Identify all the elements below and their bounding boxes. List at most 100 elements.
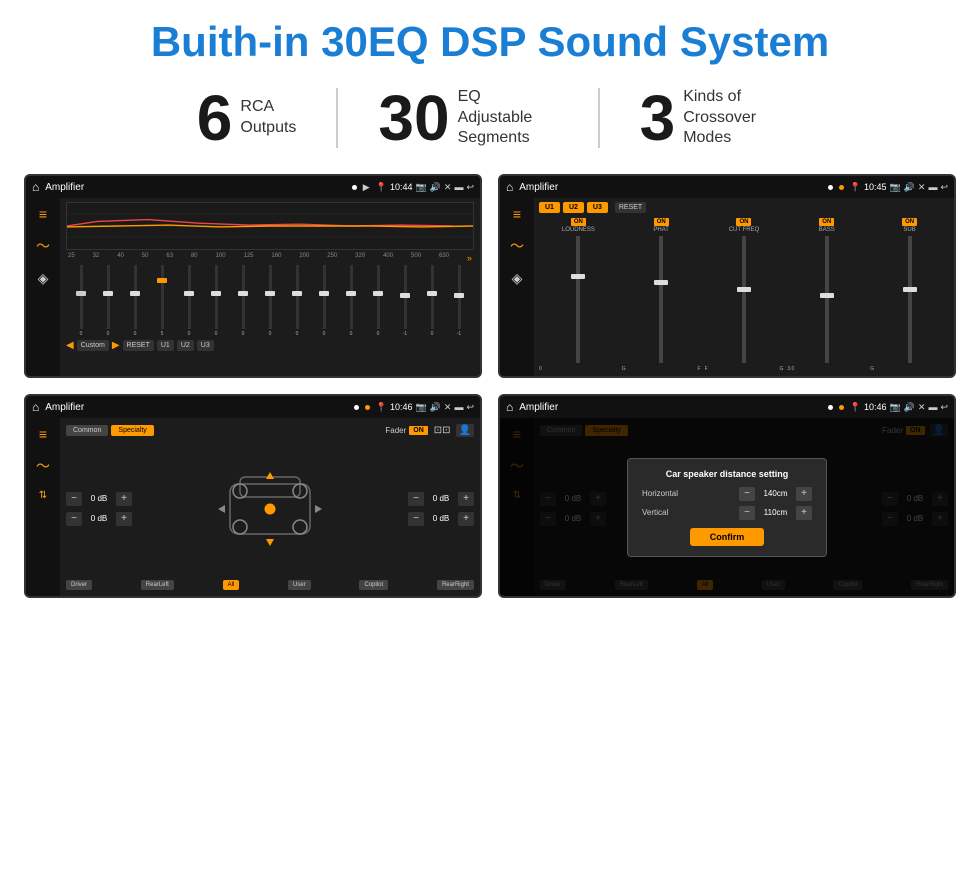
eq-slider-14[interactable]: 0 xyxy=(419,265,445,337)
cross-slider-cutfreq[interactable] xyxy=(742,236,746,363)
dialog-confirm-btn[interactable]: Confirm xyxy=(690,528,765,546)
stat-number-6: 6 xyxy=(197,86,233,150)
fader-specialty-btn[interactable]: Specialty xyxy=(111,425,153,436)
location-icon-2: 📍 xyxy=(850,182,861,193)
fader-minus-1[interactable]: − xyxy=(66,492,82,506)
eq-main: 253240506380100125160200250320400500630 … xyxy=(60,198,480,376)
back-icon-4[interactable]: ↩ xyxy=(940,402,948,413)
fader-val-4: 0 dB xyxy=(427,514,455,523)
screen-content-1: ≡ 〜 ◈ xyxy=(26,198,480,376)
eq-u3-btn[interactable]: U3 xyxy=(197,340,214,351)
screen-eq: ⌂ Amplifier ▶ 📍 10:44 📷 🔊 ✕ ▬ ↩ ≡ 〜 ◈ xyxy=(24,174,482,378)
eq-u1-btn[interactable]: U1 xyxy=(157,340,174,351)
eq-next-btn[interactable]: ▶ xyxy=(112,340,120,351)
eq-icon-3[interactable]: ≡ xyxy=(39,426,47,442)
eq-slider-7[interactable]: 0 xyxy=(230,265,256,337)
stat-number-3: 3 xyxy=(640,86,676,150)
eq-icon-1[interactable]: ≡ xyxy=(39,206,47,222)
fader-plus-1[interactable]: + xyxy=(116,492,132,506)
speaker-icon-2[interactable]: ◈ xyxy=(512,270,523,287)
play-icon-1[interactable]: ▶ xyxy=(363,182,370,193)
location-icon-4: 📍 xyxy=(850,402,861,413)
eq-slider-13[interactable]: -1 xyxy=(392,265,418,337)
eq-custom-btn[interactable]: Custom xyxy=(77,340,109,351)
eq-slider-3[interactable]: 0 xyxy=(122,265,148,337)
time-4: 10:46 xyxy=(864,402,887,412)
fader-sliders-icon: ⊡⊡ xyxy=(434,425,451,436)
fader-plus-2[interactable]: + xyxy=(116,512,132,526)
back-icon-1[interactable]: ↩ xyxy=(466,182,474,193)
stat-rca: 6 RCAOutputs xyxy=(157,86,337,150)
cross-slider-sub[interactable] xyxy=(908,236,912,363)
eq-slider-2[interactable]: 0 xyxy=(95,265,121,337)
eq-arrows-right[interactable]: » xyxy=(467,253,472,263)
eq-slider-12[interactable]: 0 xyxy=(365,265,391,337)
cross-reset-btn[interactable]: RESET xyxy=(615,202,646,213)
eq-graph xyxy=(66,202,474,250)
dialog-horizontal-minus[interactable]: − xyxy=(739,487,755,501)
back-icon-2[interactable]: ↩ xyxy=(940,182,948,193)
eq-icon-2[interactable]: ≡ xyxy=(513,206,521,222)
app-title-1: Amplifier xyxy=(45,182,346,193)
fader-controls: − 0 dB + − 0 dB + xyxy=(66,441,474,576)
eq-prev-btn[interactable]: ◀ xyxy=(66,340,74,351)
cross-slider-bass[interactable] xyxy=(825,236,829,363)
cross-u2-btn[interactable]: U2 xyxy=(563,202,584,213)
cross-u3-btn[interactable]: U3 xyxy=(587,202,608,213)
fader-rearleft-btn[interactable]: RearLeft xyxy=(141,580,174,590)
dialog-vertical-row: Vertical − 110cm + xyxy=(642,506,812,520)
home-icon-1[interactable]: ⌂ xyxy=(32,180,39,194)
wave-icon-2[interactable]: 〜 xyxy=(510,236,524,256)
eq-reset-btn[interactable]: RESET xyxy=(123,340,154,351)
cross-label-bass: BASS xyxy=(819,227,835,233)
fader-driver-btn[interactable]: Driver xyxy=(66,580,92,590)
x-icon-2: ✕ xyxy=(918,182,926,193)
x-icon-1: ✕ xyxy=(444,182,452,193)
fader-common-btn[interactable]: Common xyxy=(66,425,108,436)
dialog-vertical-plus[interactable]: + xyxy=(796,506,812,520)
camera-icon-2: 📷 xyxy=(889,182,900,193)
wave-icon-3[interactable]: 〜 xyxy=(36,456,50,476)
eq-slider-15[interactable]: -1 xyxy=(446,265,472,337)
eq-slider-4[interactable]: 5 xyxy=(149,265,175,337)
eq-slider-8[interactable]: 0 xyxy=(257,265,283,337)
status-icons-4: 📍 10:46 📷 🔊 ✕ ▬ ↩ xyxy=(850,402,948,413)
battery-icon-3: ▬ xyxy=(454,402,463,412)
wave-icon-1[interactable]: 〜 xyxy=(36,236,50,256)
dialog-horizontal-plus[interactable]: + xyxy=(796,487,812,501)
fader-plus-3[interactable]: + xyxy=(458,492,474,506)
fader-val-1: 0 dB xyxy=(85,494,113,503)
location-icon-1: 📍 xyxy=(376,182,387,193)
cross-u1-btn[interactable]: U1 xyxy=(539,202,560,213)
status-icons-1: 📍 10:44 📷 🔊 ✕ ▬ ↩ xyxy=(376,182,474,193)
eq-slider-1[interactable]: 0 xyxy=(68,265,94,337)
home-icon-4[interactable]: ⌂ xyxy=(506,400,513,414)
back-icon-3[interactable]: ↩ xyxy=(466,402,474,413)
fader-user-btn[interactable]: User xyxy=(288,580,311,590)
fader-minus-2[interactable]: − xyxy=(66,512,82,526)
arrows-icon-3[interactable]: ⇅ xyxy=(39,490,47,501)
fader-minus-3[interactable]: − xyxy=(408,492,424,506)
eq-slider-11[interactable]: 0 xyxy=(338,265,364,337)
dialog-vertical-minus[interactable]: − xyxy=(739,506,755,520)
home-icon-2[interactable]: ⌂ xyxy=(506,180,513,194)
eq-slider-9[interactable]: 0 xyxy=(284,265,310,337)
battery-icon-1: ▬ xyxy=(454,182,463,192)
time-3: 10:46 xyxy=(390,402,413,412)
fader-minus-4[interactable]: − xyxy=(408,512,424,526)
home-icon-3[interactable]: ⌂ xyxy=(32,400,39,414)
fader-rearright-btn[interactable]: RearRight xyxy=(437,580,474,590)
speaker-icon-1[interactable]: ◈ xyxy=(38,270,49,287)
eq-slider-6[interactable]: 0 xyxy=(203,265,229,337)
status-bar-2: ⌂ Amplifier 📍 10:45 📷 🔊 ✕ ▬ ↩ xyxy=(500,176,954,198)
cross-slider-loudness[interactable] xyxy=(576,236,580,363)
cross-slider-phat[interactable] xyxy=(659,236,663,363)
cross-channels: ON LOUDNESS 0 ON PHAT GF xyxy=(539,218,949,372)
fader-all-btn[interactable]: All xyxy=(223,580,240,590)
crossover-main: U1 U2 U3 RESET ON LOUDNESS 0 xyxy=(534,198,954,376)
fader-copilot-btn[interactable]: Copilot xyxy=(359,580,388,590)
fader-plus-4[interactable]: + xyxy=(458,512,474,526)
eq-u2-btn[interactable]: U2 xyxy=(177,340,194,351)
eq-slider-5[interactable]: 0 xyxy=(176,265,202,337)
eq-slider-10[interactable]: 0 xyxy=(311,265,337,337)
